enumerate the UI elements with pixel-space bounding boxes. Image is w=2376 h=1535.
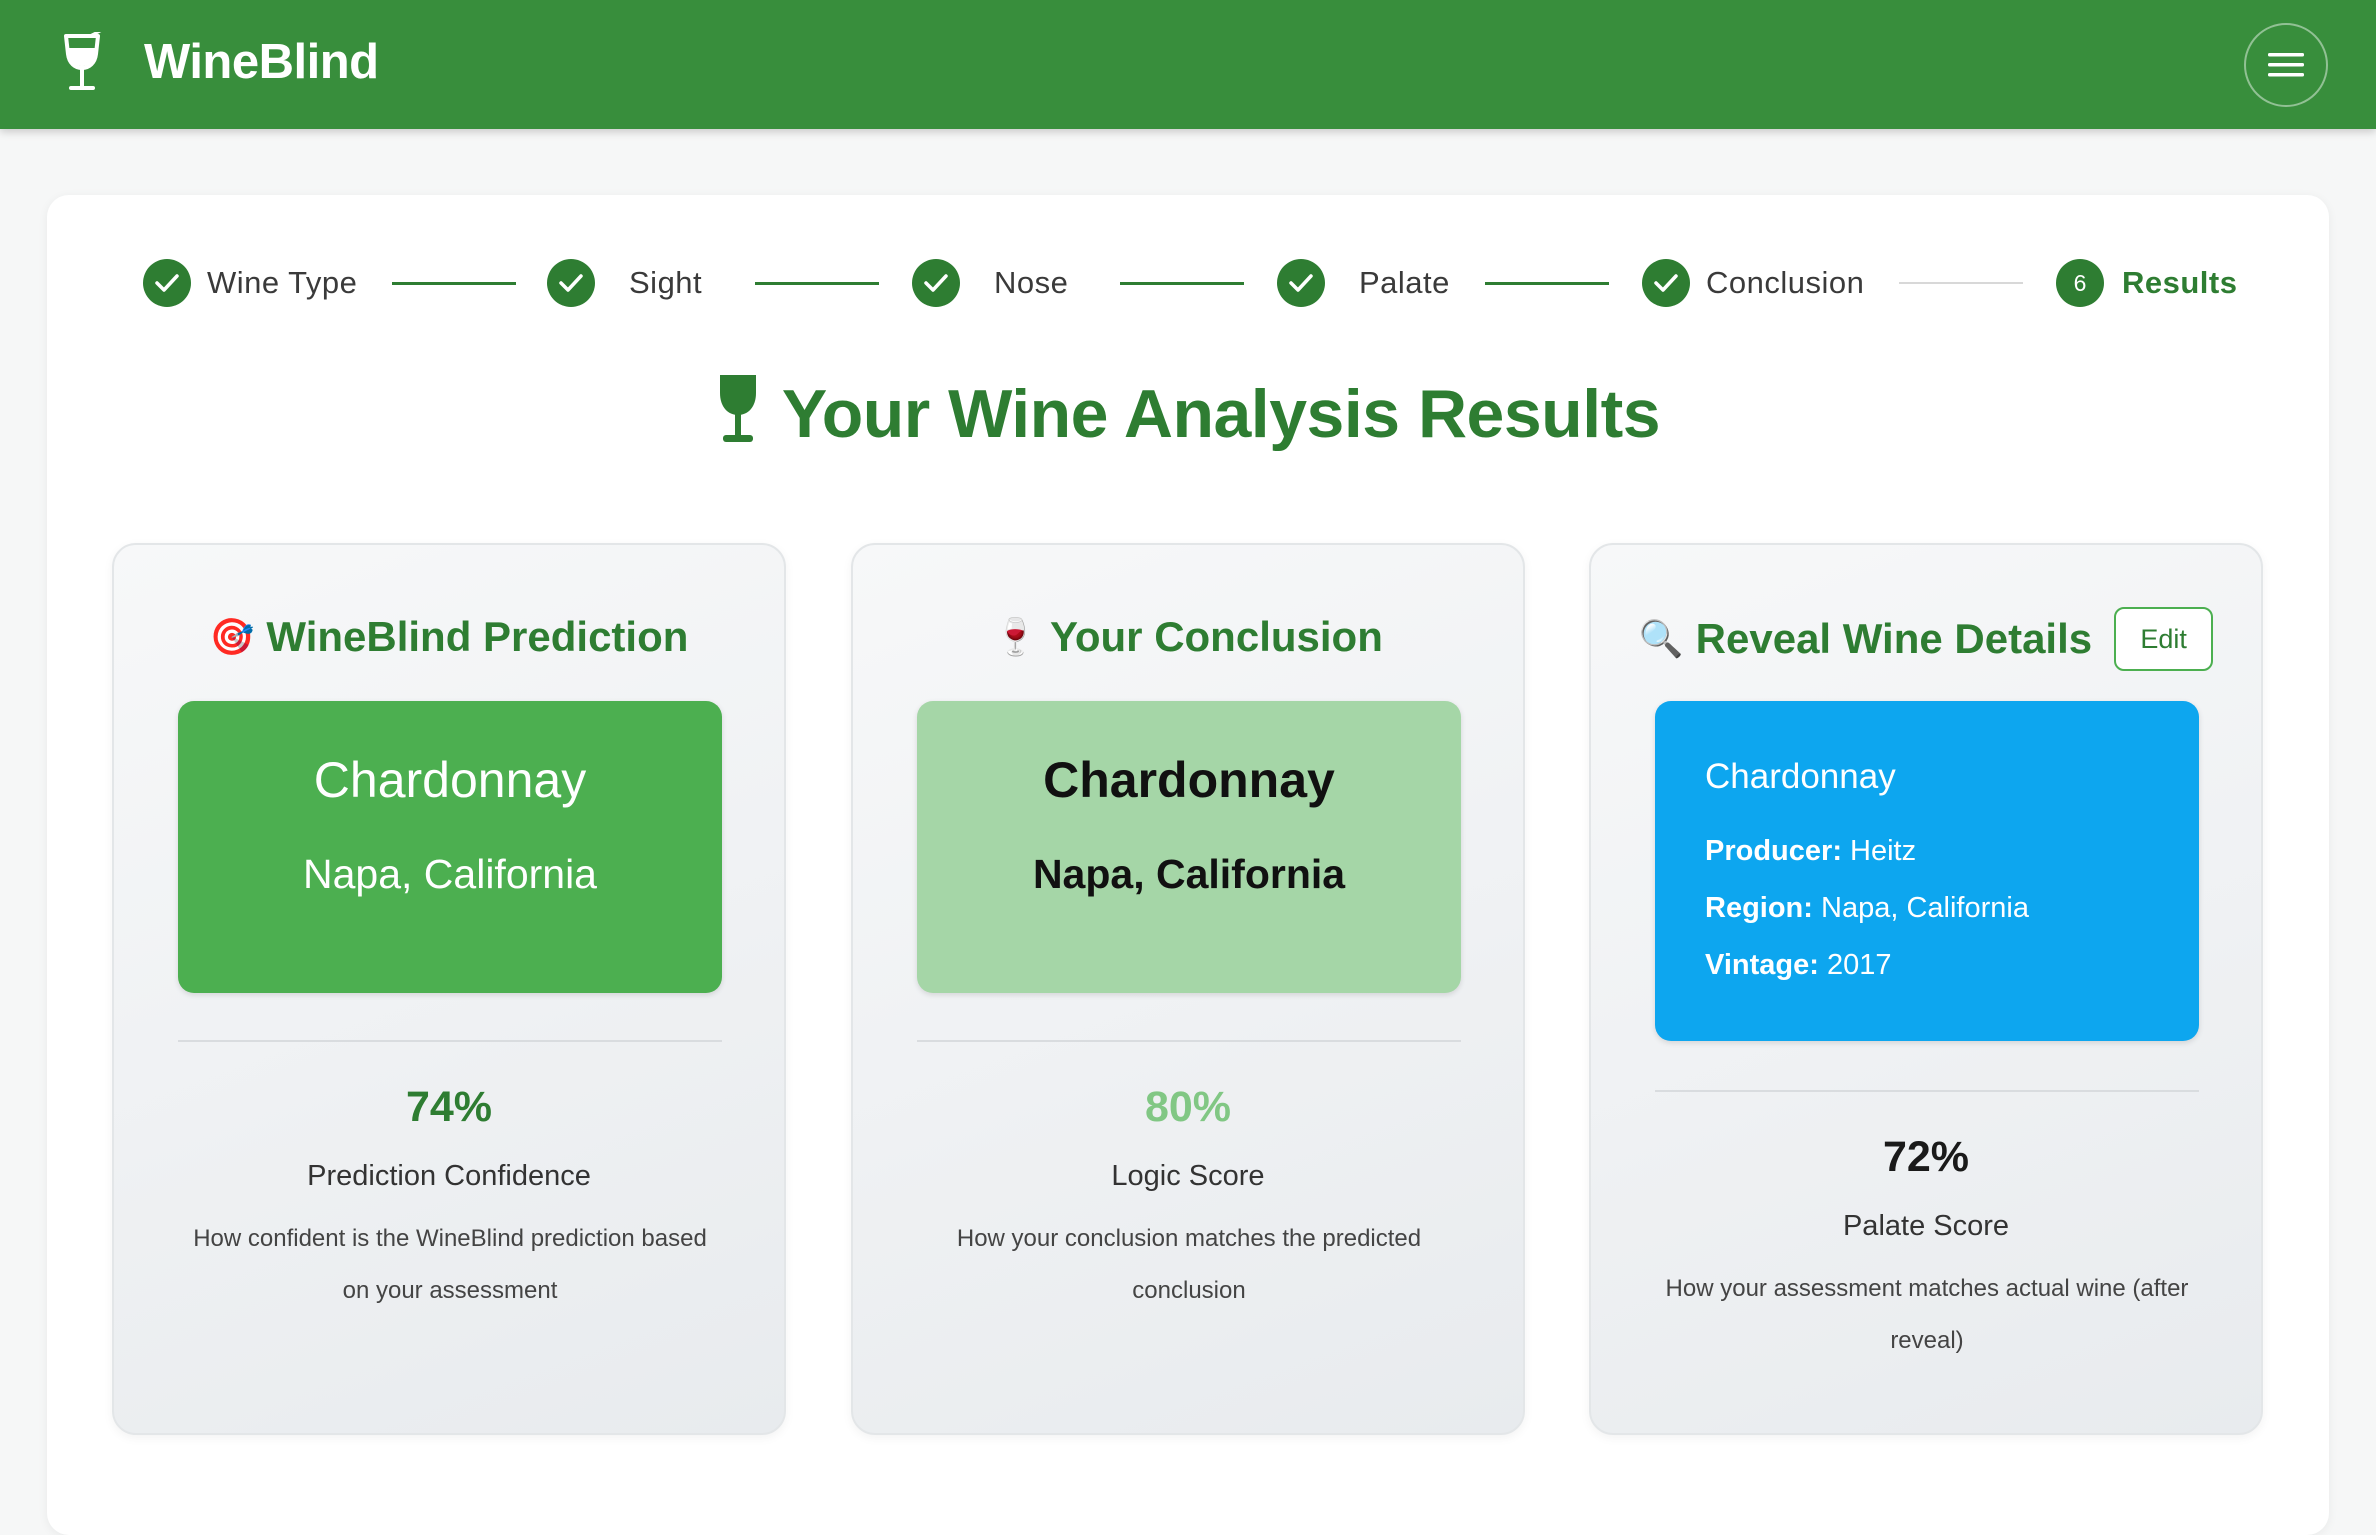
- step-conclusion[interactable]: Conclusion: [1642, 259, 1864, 307]
- menu-button[interactable]: [2244, 23, 2328, 107]
- step-results[interactable]: 6 Results: [2056, 259, 2237, 307]
- check-icon: [143, 259, 191, 307]
- step-connector: [1899, 282, 2023, 284]
- check-icon: [912, 259, 960, 307]
- reveal-grape: Chardonnay: [1705, 757, 1896, 796]
- check-icon: [1642, 259, 1690, 307]
- prediction-score: 74%: [405, 1083, 493, 1131]
- divider: [1655, 1090, 2199, 1092]
- prediction-panel: 🎯 WineBlind Prediction Chardonnay Napa, …: [112, 543, 786, 1435]
- title-text: Your Wine Analysis Results: [781, 376, 1661, 452]
- reveal-heading-text: Reveal Wine Details: [1695, 615, 2093, 662]
- conclusion-score-label: Logic Score: [1111, 1160, 1265, 1192]
- conclusion-region: Napa, California: [1032, 851, 1346, 897]
- step-nose[interactable]: Nose: [912, 259, 1068, 307]
- producer-row: Producer: Heitz: [1705, 835, 2199, 868]
- app-title: WineBlind: [144, 35, 379, 89]
- check-icon: [547, 259, 595, 307]
- top-app-bar: WineBlind: [0, 0, 2376, 129]
- conclusion-wine-box: Chardonnay Napa, California: [917, 701, 1461, 993]
- conclusion-grape: Chardonnay: [1043, 752, 1335, 808]
- wine-glass-icon: [64, 32, 102, 90]
- step-connector: [1485, 282, 1609, 285]
- vintage-label: Vintage:: [1705, 949, 1819, 981]
- step-label: Nose: [994, 265, 1069, 300]
- divider: [917, 1040, 1461, 1042]
- reveal-heading: 🔍 Reveal Wine Details Edit: [1591, 607, 2261, 671]
- reveal-wine-box: Chardonnay Producer: Heitz Region: Napa,…: [1655, 701, 2199, 1041]
- step-connector: [392, 282, 516, 285]
- reveal-score-label: Palate Score: [1842, 1210, 2010, 1242]
- step-label: Palate: [1359, 265, 1450, 300]
- reveal-score: 72%: [1882, 1133, 1970, 1181]
- prediction-score-label: Prediction Confidence: [307, 1160, 591, 1192]
- step-connector: [755, 282, 879, 285]
- conclusion-score: 80%: [1144, 1083, 1232, 1131]
- reveal-score-desc: How your assessment matches actual wine …: [1665, 1275, 2189, 1354]
- step-number: 6: [2056, 259, 2104, 307]
- producer-value: Heitz: [1850, 835, 1917, 867]
- prediction-region: Napa, California: [303, 851, 597, 897]
- divider: [178, 1040, 722, 1042]
- conclusion-heading-text: Your Conclusion: [1049, 613, 1383, 660]
- step-label: Conclusion: [1706, 265, 1865, 300]
- check-icon: [1277, 259, 1325, 307]
- step-label: Sight: [629, 265, 703, 300]
- prediction-score-desc: How confident is the WineBlind predictio…: [193, 1225, 707, 1304]
- conclusion-heading: 🍷 Your Conclusion: [853, 613, 1523, 661]
- results-card: Wine Type Sight Nose Palate Conclusion 6…: [47, 195, 2329, 1535]
- prediction-heading-text: WineBlind Prediction: [266, 613, 689, 660]
- page-title: Your Wine Analysis Results: [47, 373, 2329, 453]
- magnifier-icon: 🔍: [1638, 618, 1684, 659]
- prediction-heading: 🎯 WineBlind Prediction: [114, 613, 784, 661]
- prediction-wine-box: Chardonnay Napa, California: [178, 701, 722, 993]
- vintage-row: Vintage: 2017: [1705, 949, 2199, 982]
- step-label: Results: [2122, 265, 2238, 300]
- vintage-value: 2017: [1826, 949, 1892, 981]
- edit-button[interactable]: Edit: [2114, 607, 2214, 671]
- step-palate[interactable]: Palate: [1277, 259, 1450, 307]
- prediction-grape: Chardonnay: [313, 752, 587, 808]
- producer-label: Producer:: [1705, 835, 1842, 867]
- reveal-panel: 🔍 Reveal Wine Details Edit Chardonnay Pr…: [1589, 543, 2263, 1435]
- conclusion-score-desc: How your conclusion matches the predicte…: [956, 1225, 1422, 1304]
- target-icon: 🎯: [209, 616, 255, 657]
- wine-glass-emoji-icon: 🍷: [993, 616, 1038, 657]
- wine-glass-icon: [719, 375, 756, 442]
- step-label: Wine Type: [207, 265, 358, 300]
- region-row: Region: Napa, California: [1705, 892, 2199, 925]
- conclusion-panel: 🍷 Your Conclusion Chardonnay Napa, Calif…: [851, 543, 1525, 1435]
- region-label: Region:: [1705, 892, 1813, 924]
- step-wine-type[interactable]: Wine Type: [143, 259, 357, 307]
- hamburger-menu-icon: [2268, 53, 2304, 77]
- region-value: Napa, California: [1821, 892, 2029, 924]
- step-connector: [1120, 282, 1244, 285]
- step-sight[interactable]: Sight: [547, 259, 702, 307]
